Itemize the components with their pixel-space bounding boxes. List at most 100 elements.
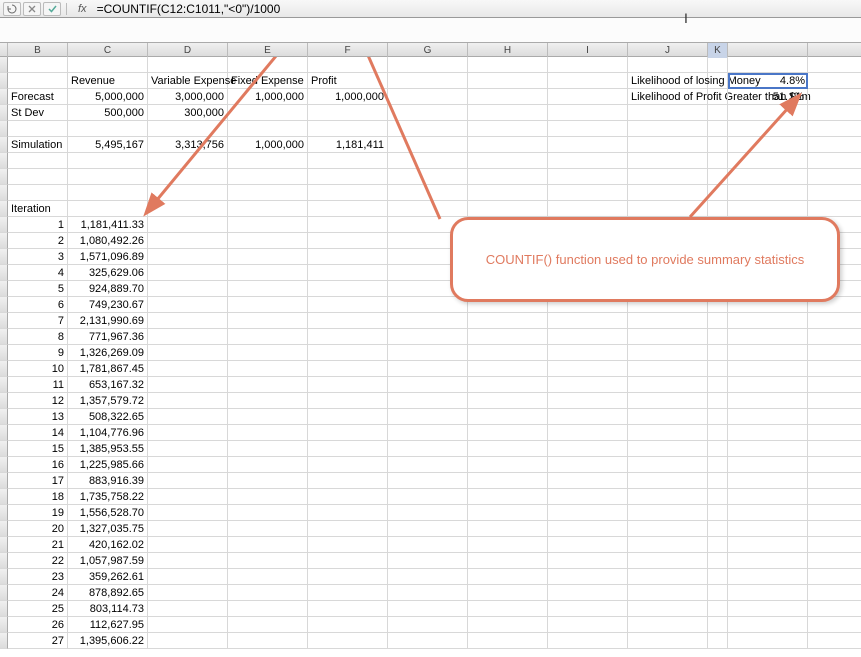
cell[interactable] [148,569,228,585]
cell[interactable] [228,121,308,137]
cell[interactable] [628,137,708,153]
cell[interactable] [388,185,468,201]
cell[interactable] [708,137,728,153]
cell-iteration-value[interactable]: 1,781,867.45 [68,361,148,377]
cell[interactable] [228,185,308,201]
cell[interactable] [308,457,388,473]
cell[interactable] [308,633,388,649]
cell[interactable] [808,633,861,649]
cell[interactable] [228,441,308,457]
cell[interactable] [388,489,468,505]
cell[interactable] [808,329,861,345]
cell[interactable] [728,185,808,201]
cell[interactable] [628,105,708,121]
cell-iteration-value[interactable]: 1,327,035.75 [68,521,148,537]
col-header-i[interactable]: I [548,43,628,58]
cell-iteration-number[interactable]: 1 [8,217,68,233]
row-header[interactable] [0,409,8,425]
cell[interactable] [468,409,548,425]
row-header[interactable] [0,201,8,217]
cell[interactable] [308,329,388,345]
cell[interactable] [308,185,388,201]
cell[interactable] [308,489,388,505]
cell[interactable] [808,601,861,617]
cell[interactable] [388,441,468,457]
cell[interactable] [468,169,548,185]
cell[interactable] [468,121,548,137]
col-header-e[interactable]: E [228,43,308,58]
cell[interactable] [8,121,68,137]
cell[interactable] [548,425,628,441]
cell[interactable] [548,457,628,473]
row-header[interactable] [0,265,8,281]
cell[interactable] [228,57,308,73]
cell[interactable] [388,553,468,569]
cell-forecast-profit[interactable]: 1,000,000 [308,89,388,105]
row-header[interactable] [0,105,8,121]
row-header[interactable] [0,601,8,617]
cell-iteration-number[interactable]: 15 [8,441,68,457]
cell-iteration-number[interactable]: 8 [8,329,68,345]
cell[interactable] [808,137,861,153]
cell[interactable] [388,153,468,169]
cell[interactable] [468,73,548,89]
cell[interactable] [728,393,808,409]
cell[interactable] [228,553,308,569]
cell-sim-varexp[interactable]: 3,313,756 [148,137,228,153]
cell[interactable] [708,633,728,649]
cell[interactable] [708,473,728,489]
row-header[interactable] [0,521,8,537]
cell-iteration-value[interactable]: 803,114.73 [68,601,148,617]
cell[interactable] [148,345,228,361]
cell[interactable] [308,617,388,633]
cell[interactable] [148,217,228,233]
fx-label[interactable]: fx [78,3,87,15]
cell-iteration-number[interactable]: 7 [8,313,68,329]
cell[interactable] [468,345,548,361]
cell[interactable] [468,393,548,409]
cell[interactable] [708,537,728,553]
cell[interactable] [548,345,628,361]
cell[interactable] [808,393,861,409]
cell[interactable] [708,377,728,393]
accept-formula-button[interactable] [43,2,61,16]
cell[interactable] [808,153,861,169]
cell[interactable] [728,633,808,649]
cell[interactable] [808,73,861,89]
cell[interactable] [548,601,628,617]
cell-iteration-value[interactable]: 420,162.02 [68,537,148,553]
cell[interactable] [68,185,148,201]
cell[interactable] [148,121,228,137]
cell[interactable] [628,329,708,345]
cell[interactable] [228,601,308,617]
label-variable-expense[interactable]: Variable Expense [148,73,228,89]
label-likelihood-losing[interactable]: Likelihood of losing Money [628,73,708,89]
cell[interactable] [468,441,548,457]
cell[interactable] [548,105,628,121]
cell-iteration-value[interactable]: 508,322.65 [68,409,148,425]
cell[interactable] [708,585,728,601]
cell[interactable] [308,169,388,185]
cell[interactable] [548,89,628,105]
spreadsheet-grid[interactable]: RevenueVariable ExpenseFixed ExpenseProf… [0,57,861,649]
cell[interactable] [388,601,468,617]
cell[interactable] [548,473,628,489]
cell-iteration-value[interactable]: 771,967.36 [68,329,148,345]
cell[interactable] [808,169,861,185]
cell[interactable] [728,425,808,441]
cell[interactable] [468,185,548,201]
cell-iteration-value[interactable]: 1,556,528.70 [68,505,148,521]
col-header-b[interactable]: B [8,43,68,58]
cell[interactable] [388,633,468,649]
cell-iteration-value[interactable]: 1,080,492.26 [68,233,148,249]
cell-iteration-value[interactable]: 883,916.39 [68,473,148,489]
cell[interactable] [728,457,808,473]
cell[interactable] [228,537,308,553]
cell[interactable] [728,377,808,393]
cell[interactable] [548,537,628,553]
cell[interactable] [548,553,628,569]
formula-bar-input[interactable]: =COUNTIF(C12:C1011,"<0")/1000 [95,2,858,16]
cell[interactable] [628,457,708,473]
cell[interactable] [148,553,228,569]
cell[interactable] [708,617,728,633]
